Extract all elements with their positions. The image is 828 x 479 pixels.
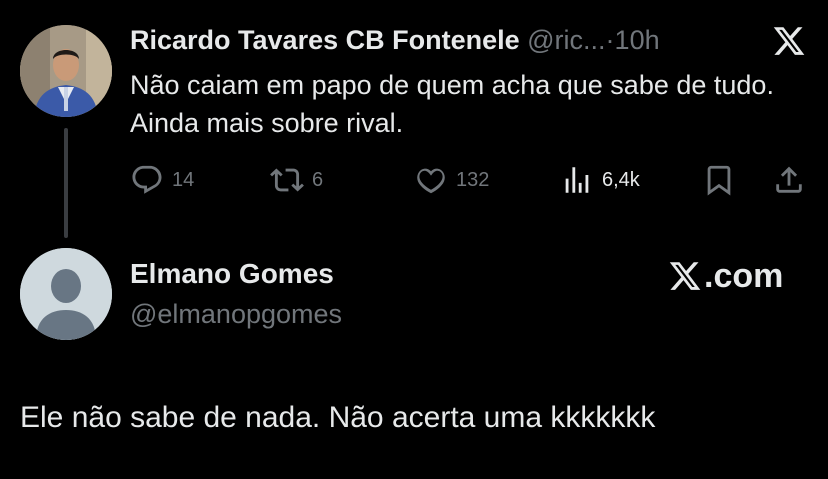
reply-author-name[interactable]: Elmano Gomes (130, 256, 334, 292)
share-button[interactable] (772, 160, 806, 200)
repost-button[interactable]: 6 (270, 160, 323, 200)
x-dot-com-brand: .com (668, 256, 783, 296)
repost-icon (270, 168, 304, 192)
thread-connector (64, 128, 68, 238)
x-logo-icon (773, 27, 805, 55)
heart-icon (417, 168, 445, 194)
like-button[interactable]: 132 (414, 160, 489, 200)
brand-text: .com (704, 256, 784, 295)
views-count: 6,4k (602, 168, 640, 191)
x-logo-icon (669, 262, 701, 290)
reply-icon (132, 165, 162, 194)
tweet-actions: 14 6 132 6,4k (130, 160, 810, 200)
author-name[interactable]: Ricardo Tavares CB Fontenele (130, 25, 520, 55)
tweet-timestamp[interactable]: 10h (615, 25, 660, 55)
reply-count: 14 (172, 168, 195, 191)
like-count: 132 (456, 168, 490, 191)
separator-dot: · (605, 25, 615, 55)
default-avatar-icon (20, 248, 112, 340)
avatar-photo (20, 25, 112, 117)
reply-button[interactable]: 14 (130, 160, 194, 200)
reply-author-avatar[interactable] (20, 248, 112, 340)
reply-author-handle[interactable]: @elmanopgomes (130, 296, 342, 332)
author-handle[interactable]: @ric... (527, 25, 605, 55)
share-icon (776, 166, 802, 193)
author-avatar[interactable] (20, 25, 112, 117)
bookmark-button[interactable] (702, 160, 736, 200)
repost-count: 6 (312, 168, 324, 191)
bookmark-icon (707, 165, 731, 196)
reply-text: Ele não sabe de nada. Não acerta uma kkk… (20, 401, 656, 434)
tweet-header: Ricardo Tavares CB Fontenele @ric...·10h (130, 22, 660, 58)
views-icon (565, 167, 589, 193)
views-button[interactable]: 6,4k (560, 160, 640, 200)
tweet-text: Não caiam em papo de quem acha que sabe … (130, 70, 774, 138)
